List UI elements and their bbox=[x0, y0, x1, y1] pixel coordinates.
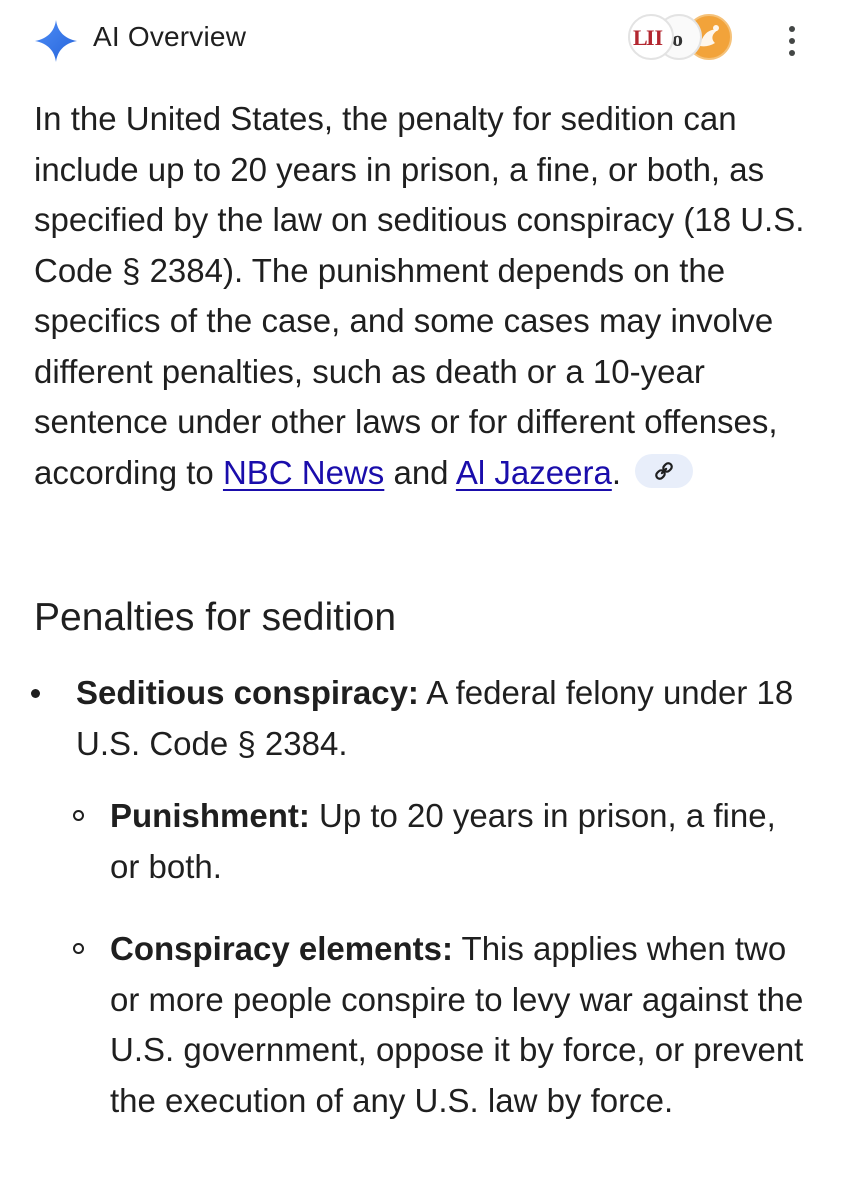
summary-paragraph: In the United States, the penalty for se… bbox=[34, 94, 809, 498]
bullet-circle bbox=[73, 810, 84, 821]
ai-overview-header: AI Overview L II o bbox=[0, 0, 843, 80]
more-vert-icon[interactable] bbox=[780, 24, 804, 58]
nbc-news-link[interactable]: NBC News bbox=[223, 454, 384, 491]
citation-link-chip[interactable] bbox=[634, 453, 693, 488]
header-title: AI Overview bbox=[93, 21, 247, 52]
source-favicons[interactable]: L II o bbox=[628, 14, 738, 64]
sub-list-item: Conspiracy elements: This applies when t… bbox=[110, 924, 820, 1126]
sub-item-term: Punishment: bbox=[110, 797, 310, 834]
bullet-circle bbox=[73, 943, 84, 954]
lii-source-icon[interactable]: L II bbox=[628, 14, 674, 60]
sub-item-term: Conspiracy elements: bbox=[110, 930, 453, 967]
summary-text: In the United States, the penalty for se… bbox=[34, 100, 805, 491]
summary-text-end: . bbox=[611, 453, 621, 491]
sub-list-item: Punishment: Up to 20 years in prison, a … bbox=[110, 791, 810, 892]
list-item-term: Seditious conspiracy: bbox=[76, 674, 419, 711]
bullet-disc bbox=[31, 689, 40, 698]
summary-text-between: and bbox=[384, 453, 456, 491]
gemini-spark-icon bbox=[35, 20, 77, 62]
al-jazeera-link[interactable]: Al Jazeera bbox=[456, 454, 612, 491]
svg-text:II: II bbox=[646, 25, 663, 50]
section-heading: Penalties for sedition bbox=[34, 596, 397, 639]
link-icon bbox=[655, 461, 673, 480]
list-item: Seditious conspiracy: A federal felony u… bbox=[76, 668, 796, 769]
